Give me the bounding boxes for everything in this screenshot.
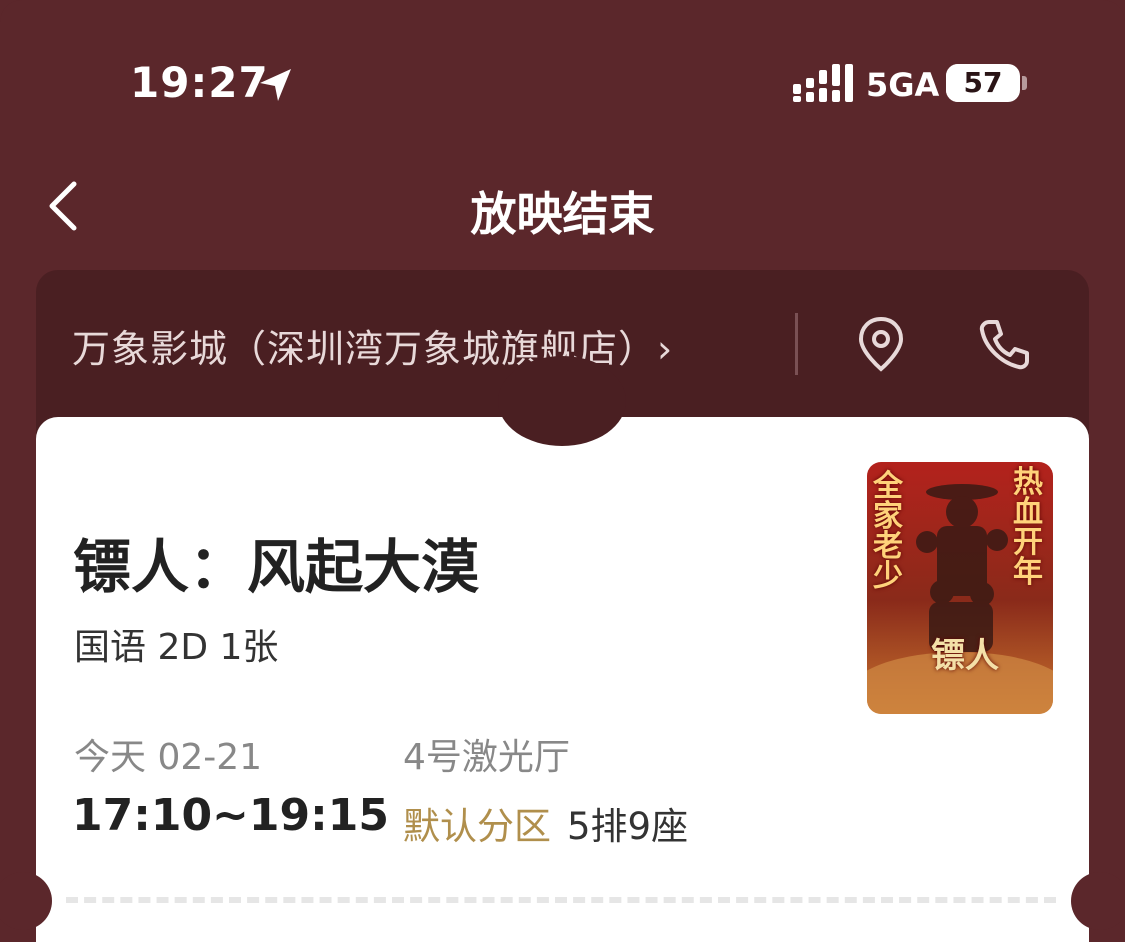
network-type: 5GA <box>866 66 940 104</box>
page-title: 放映结束 <box>470 187 655 241</box>
poster-logo: 镖人 <box>931 636 999 676</box>
seat-number: 5排9座 <box>567 805 689 848</box>
status-time: 19:27 <box>130 58 269 107</box>
poster-tagline-right: 热血开年 <box>1013 465 1043 590</box>
divider <box>795 313 798 375</box>
location-arrow-icon <box>260 69 291 101</box>
poster-tagline-left: 全家老少 <box>873 469 903 594</box>
movie-title: 镖人：风起大漠 <box>73 533 480 601</box>
battery-icon: 57 <box>946 64 1020 102</box>
ticket-perforation <box>66 897 1056 903</box>
movie-poster[interactable]: 全家老少 热血开年 镖人 <box>867 462 1053 714</box>
ticket-notch-right <box>1071 872 1125 930</box>
app-screen: 19:27 5GA 57 放映结束 万象影城（深圳湾万象城旗舰店）› 镖人：风起 <box>0 0 1125 942</box>
seat-zone: 默认分区 <box>403 805 551 848</box>
show-time: 17:10~19:15 <box>72 790 389 841</box>
map-pin-icon[interactable] <box>853 314 909 374</box>
phone-icon[interactable] <box>975 314 1031 374</box>
show-date: 今天 02-21 <box>74 737 263 778</box>
ticket-notch <box>498 356 626 446</box>
hall-name: 4号激光厅 <box>403 737 570 778</box>
movie-format: 国语 2D 1张 <box>74 627 279 668</box>
signal-icon <box>793 64 853 102</box>
battery-percent: 57 <box>963 66 1003 99</box>
battery-cap <box>1022 76 1027 90</box>
